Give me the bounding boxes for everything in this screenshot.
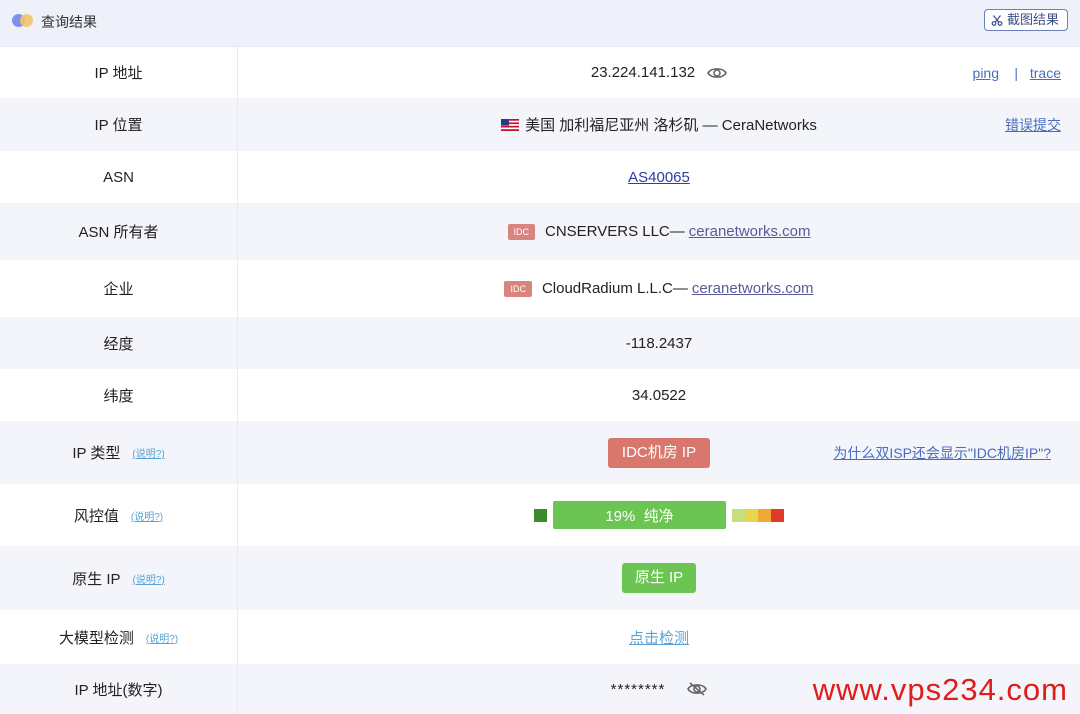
row-label: ASN bbox=[0, 151, 238, 203]
link-separator: | bbox=[1014, 64, 1018, 81]
why-idc-link[interactable]: 为什么双ISP还会显示"IDC机房IP"? bbox=[833, 443, 1051, 463]
row-risk-score: 风控值 (说明?) 19% 纯净 bbox=[0, 484, 1080, 546]
row-label: IP 位置 bbox=[0, 98, 238, 151]
row-label: IP 类型 bbox=[72, 445, 121, 462]
row-asn: ASN AS40065 bbox=[0, 151, 1080, 203]
header-title: 查询结果 bbox=[41, 14, 97, 30]
row-label: 大模型检测 bbox=[58, 629, 134, 647]
row-label: 企业 bbox=[0, 260, 238, 317]
screenshot-label: 截图结果 bbox=[1006, 12, 1059, 27]
trace-link[interactable]: trace bbox=[1030, 65, 1061, 81]
risk-score-text: 19% 纯净 bbox=[605, 507, 674, 525]
help-link[interactable]: (说明?) bbox=[146, 630, 178, 645]
screenshot-button[interactable]: 截图结果 bbox=[983, 9, 1068, 31]
native-ip-tag: 原生 IP bbox=[621, 563, 697, 593]
report-error-link[interactable]: 错误提交 bbox=[1005, 115, 1061, 135]
asn-link[interactable]: AS40065 bbox=[628, 169, 690, 186]
row-label: 经度 bbox=[0, 317, 238, 369]
detect-link[interactable]: 点击检测 bbox=[629, 627, 689, 648]
latitude-value: 34.0522 bbox=[631, 386, 687, 404]
company-name: CloudRadium L.L.C— bbox=[541, 280, 688, 297]
risk-scale-1 bbox=[732, 508, 745, 522]
risk-score-bar: 19% 纯净 bbox=[553, 501, 726, 529]
idc-ip-tag: IDC机房 IP bbox=[607, 437, 711, 468]
row-label: IP 地址 bbox=[0, 47, 238, 98]
result-header: 查询结果 截图结果 bbox=[0, 0, 1080, 47]
logo-icon bbox=[12, 13, 34, 29]
ping-link[interactable]: ping bbox=[973, 65, 999, 81]
scissors-icon bbox=[991, 15, 1003, 26]
row-label: ASN 所有者 bbox=[0, 203, 238, 260]
watermark: www.vps234.com bbox=[812, 672, 1068, 707]
row-latitude: 纬度 34.0522 bbox=[0, 369, 1080, 421]
help-link[interactable]: (说明?) bbox=[131, 508, 163, 523]
help-link[interactable]: (说明?) bbox=[133, 571, 165, 586]
row-label: 原生 IP bbox=[72, 570, 121, 588]
asn-owner-domain-link[interactable]: ceranetworks.com bbox=[689, 223, 811, 240]
us-flag-icon bbox=[501, 118, 520, 131]
risk-meter: 19% 纯净 bbox=[534, 501, 784, 529]
row-llm-detection: 大模型检测 (说明?) 点击检测 bbox=[0, 610, 1080, 664]
risk-scale bbox=[732, 508, 784, 522]
row-label: 风控值 bbox=[73, 507, 119, 525]
row-label: IP 地址(数字) bbox=[0, 664, 238, 714]
asn-owner-name: CNSERVERS LLC— bbox=[545, 223, 685, 240]
idc-badge: IDC bbox=[504, 280, 532, 297]
ip-value: 23.224.141.132 bbox=[590, 64, 696, 81]
ip-numeric-value: ******** bbox=[610, 680, 666, 698]
risk-scale-2 bbox=[745, 508, 758, 522]
eye-slash-icon[interactable] bbox=[687, 682, 708, 696]
row-ip-address: IP 地址 23.224.141.132 ping | trace bbox=[0, 47, 1080, 98]
eye-icon[interactable] bbox=[707, 66, 728, 80]
row-company: 企业 IDC CloudRadium L.L.C— ceranetworks.c… bbox=[0, 260, 1080, 317]
row-asn-owner: ASN 所有者 IDC CNSERVERS LLC— ceranetworks.… bbox=[0, 203, 1080, 260]
row-ip-location: IP 位置 美国 加利福尼亚州 洛杉矶 — CeraNetworks 错误提交 bbox=[0, 98, 1080, 151]
location-value: 美国 加利福尼亚州 洛杉矶 — CeraNetworks bbox=[525, 117, 817, 134]
risk-scale-3 bbox=[758, 508, 771, 522]
risk-low-square bbox=[534, 508, 547, 522]
longitude-value: -118.2437 bbox=[625, 334, 693, 352]
idc-badge: IDC bbox=[507, 223, 535, 240]
row-native-ip: 原生 IP (说明?) 原生 IP bbox=[0, 546, 1080, 610]
row-ip-type: IP 类型 (说明?) IDC机房 IP 为什么双ISP还会显示"IDC机房IP… bbox=[0, 421, 1080, 484]
row-label: 纬度 bbox=[0, 369, 238, 421]
company-domain-link[interactable]: ceranetworks.com bbox=[692, 280, 814, 297]
row-longitude: 经度 -118.2437 bbox=[0, 317, 1080, 369]
risk-scale-4 bbox=[771, 508, 784, 522]
help-link[interactable]: (说明?) bbox=[132, 445, 164, 460]
